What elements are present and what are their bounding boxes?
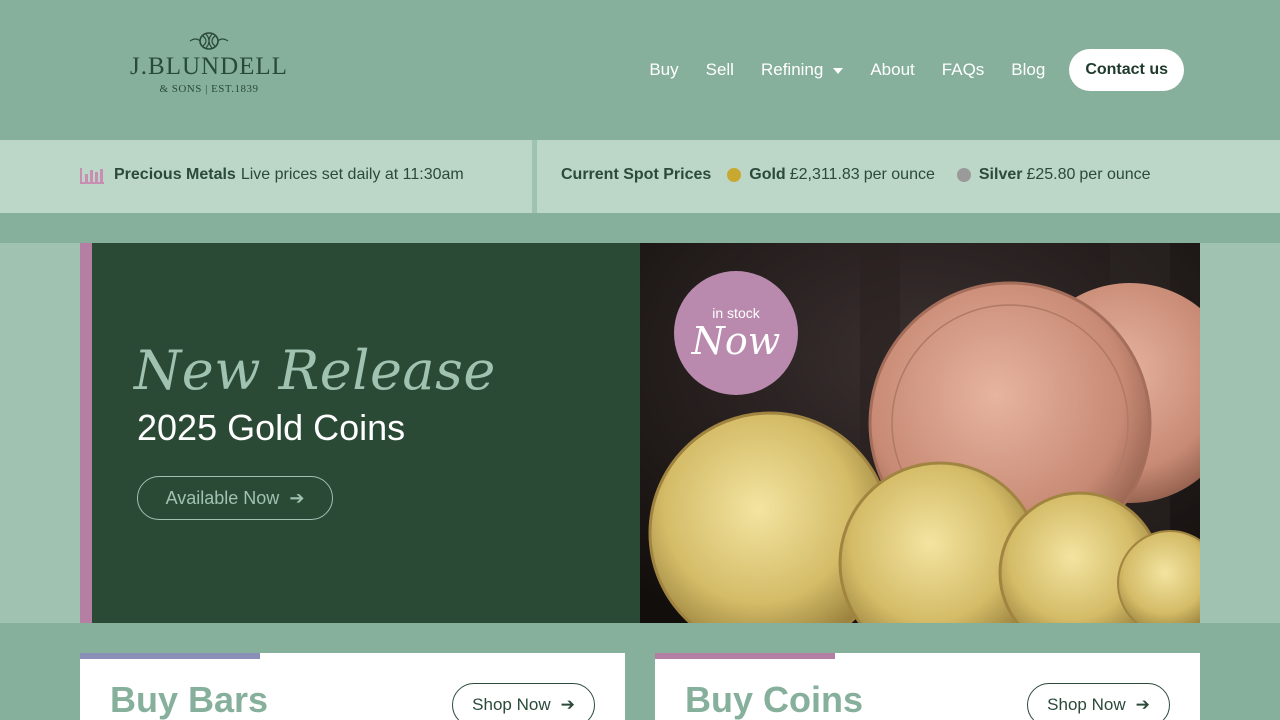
precious-metals-heading: Precious Metals [114, 166, 236, 183]
in-stock-badge: in stock Now [674, 271, 798, 395]
bar-chart-icon [80, 168, 104, 184]
gold-dot-icon [727, 168, 742, 182]
price-bar-divider [532, 140, 537, 213]
logo-emblem-icon [189, 32, 229, 50]
arrow-right-icon: ➔ [289, 487, 305, 508]
arrow-right-icon: ➔ [560, 695, 575, 714]
buy-coins-card[interactable]: Buy Coins Shop Now ➔ [655, 653, 1200, 720]
buy-coins-title: Buy Coins [685, 679, 864, 720]
chevron-down-icon [833, 68, 844, 74]
site-header: J.BLUNDELL & SONS | EST.1839 Buy Sell Re… [0, 0, 1280, 140]
nav-refining-label: Refining [760, 60, 824, 79]
brand-logo[interactable]: J.BLUNDELL & SONS | EST.1839 [113, 30, 305, 110]
silver-price: £25.80 [1026, 166, 1076, 183]
available-now-label: Available Now [165, 487, 280, 508]
price-bar: Precious Metals Live prices set daily at… [0, 140, 1280, 213]
silver-label: Silver [978, 166, 1023, 183]
shop-now-label: Shop Now [1047, 695, 1126, 714]
brand-subtitle: & SONS | EST.1839 [159, 83, 259, 95]
shop-now-label: Shop Now [472, 695, 551, 714]
silver-unit: per ounce [1079, 166, 1151, 183]
hero-accent-stripe [80, 243, 92, 623]
hero-title: New Release [134, 339, 496, 402]
gold-unit: per ounce [863, 166, 935, 183]
arrow-right-icon: ➔ [1135, 695, 1150, 714]
badge-main-text: Now [691, 319, 781, 363]
contact-us-button[interactable]: Contact us [1069, 49, 1184, 91]
gold-price: £2,311.83 [789, 166, 860, 183]
brand-name: J.BLUNDELL [130, 53, 288, 80]
buy-bars-card[interactable]: Buy Bars Shop Now ➔ [80, 653, 625, 720]
hero-banner[interactable]: New Release 2025 Gold Coins Available No… [80, 243, 1200, 623]
silver-dot-icon [956, 168, 971, 182]
buy-bars-shop-now-button[interactable]: Shop Now ➔ [452, 683, 595, 720]
nav-refining[interactable]: Refining [760, 60, 844, 80]
live-prices-info: Precious Metals Live prices set daily at… [79, 166, 464, 184]
card-accent-bar [655, 653, 835, 659]
buy-coins-shop-now-button[interactable]: Shop Now ➔ [1027, 683, 1170, 720]
hero-subtitle: 2025 Gold Coins [137, 407, 406, 448]
available-now-button[interactable]: Available Now ➔ [137, 476, 333, 520]
main-nav: Buy Sell Refining About FAQs Blog Contac… [649, 49, 1184, 91]
nav-about[interactable]: About [870, 60, 914, 80]
spot-prices-label: Current Spot Prices [561, 166, 712, 183]
nav-faqs[interactable]: FAQs [942, 60, 985, 80]
nav-blog[interactable]: Blog [1011, 60, 1045, 80]
buy-bars-title: Buy Bars [110, 679, 269, 720]
nav-buy[interactable]: Buy [649, 60, 678, 80]
card-accent-bar [80, 653, 260, 659]
gold-label: Gold [749, 166, 786, 183]
live-prices-note: Live prices set daily at 11:30am [240, 166, 464, 183]
spot-prices: Current Spot Prices Gold £2,311.83 per o… [561, 166, 1173, 184]
nav-sell[interactable]: Sell [706, 60, 734, 80]
